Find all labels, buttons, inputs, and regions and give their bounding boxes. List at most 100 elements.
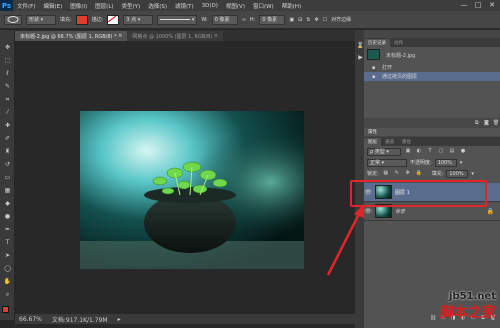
eraser-tool-icon[interactable]: ▭ bbox=[3, 174, 12, 181]
plant-photo bbox=[80, 111, 304, 269]
filter-pixel-icon[interactable]: ▣ bbox=[404, 148, 412, 155]
tab-untitled-2[interactable]: 未标题-2.jpg @ 66.7% (图层 1, RGB/8) * × bbox=[15, 31, 128, 41]
tab-grid-dots[interactable]: 网格点 @ 1000% (图层 1, RGB/8) × bbox=[127, 31, 223, 41]
menu-layer[interactable]: 图层(L) bbox=[91, 2, 117, 10]
camera-icon[interactable]: ◙ bbox=[482, 120, 490, 127]
pen-tool-icon[interactable]: ✒ bbox=[3, 226, 12, 233]
close-window-button[interactable]: ✕ bbox=[486, 1, 498, 10]
tab-paths[interactable]: 路径 bbox=[398, 138, 415, 146]
close-tab-icon[interactable]: × bbox=[118, 33, 122, 39]
layers-panel-tabs: 图层 通道 路径 bbox=[364, 137, 500, 146]
watermark-url: jb51.net bbox=[449, 291, 496, 302]
shape-mode-select[interactable]: 形状 ▾ bbox=[26, 14, 56, 25]
foreground-color-swatch[interactable] bbox=[2, 306, 9, 313]
hand-tool-icon[interactable]: ✋ bbox=[3, 278, 12, 285]
snapshot-name: 未标题-2.jpg bbox=[386, 52, 416, 59]
minimize-button[interactable]: — bbox=[458, 1, 470, 10]
link-dimensions-icon[interactable]: ∞ bbox=[242, 17, 246, 23]
opacity-label: 不透明度: bbox=[410, 160, 432, 166]
kind-filter-select[interactable]: ρ 类型 ▾ bbox=[367, 147, 401, 156]
blur-tool-icon[interactable]: ◆ bbox=[3, 200, 12, 207]
trash-icon[interactable]: 🗑 bbox=[492, 120, 500, 127]
lock-position-icon[interactable]: ✥ bbox=[404, 170, 412, 177]
maximize-button[interactable]: □ bbox=[472, 1, 484, 10]
menu-type[interactable]: 类型(Y) bbox=[118, 2, 145, 10]
brush-tool-icon[interactable]: ✐ bbox=[3, 135, 12, 142]
lock-row: 锁定: ▦ ✎ ✥ 🔒 填充: 100% ▾ bbox=[364, 168, 500, 179]
clone-stamp-tool-icon[interactable]: ♜ bbox=[3, 148, 12, 155]
quick-select-tool-icon[interactable]: ✎ bbox=[3, 83, 12, 90]
zoom-tool-icon[interactable]: ⌕ bbox=[3, 291, 12, 298]
fill-dropdown-icon[interactable]: ▾ bbox=[471, 171, 474, 177]
new-document-from-state-icon[interactable]: ⧉ bbox=[473, 120, 481, 127]
menu-3d[interactable]: 3D(D) bbox=[198, 3, 222, 9]
tab-properties[interactable]: 属性 bbox=[364, 128, 500, 136]
lock-transparent-icon[interactable]: ▦ bbox=[382, 170, 390, 177]
menu-window[interactable]: 窗口(W) bbox=[249, 2, 278, 10]
document-image[interactable] bbox=[80, 111, 304, 269]
marquee-tool-icon[interactable]: ⬚ bbox=[3, 57, 12, 64]
stroke-width-field[interactable]: 3 点 ▾ bbox=[123, 14, 154, 25]
gradient-tool-icon[interactable]: ▦ bbox=[3, 187, 12, 194]
tab-label: 网格点 @ 1000% (图层 1, RGB/8) bbox=[132, 33, 213, 40]
history-item-open[interactable]: ▪ 打开 bbox=[364, 63, 500, 72]
path-operations-icon[interactable]: ▣ bbox=[289, 17, 294, 23]
status-menu-arrow-icon[interactable]: ▸ bbox=[118, 316, 121, 323]
menu-image[interactable]: 图像(I) bbox=[66, 2, 91, 10]
filter-type-icon[interactable]: T bbox=[426, 148, 434, 155]
status-bar: 66.67% 文档:917.1K/1.79M ▸ bbox=[15, 314, 355, 324]
move-tool-icon[interactable]: ✥ bbox=[3, 44, 12, 51]
path-alignment-icon[interactable]: ⊟ bbox=[298, 17, 302, 23]
history-brush-tool-icon[interactable]: ↺ bbox=[3, 161, 12, 168]
tab-channels[interactable]: 通道 bbox=[381, 138, 398, 146]
stroke-color-swatch[interactable] bbox=[107, 14, 120, 25]
filter-shape-icon[interactable]: ▢ bbox=[437, 148, 445, 155]
crop-tool-icon[interactable]: ⌗ bbox=[3, 96, 12, 103]
stroke-line-preview bbox=[160, 19, 191, 20]
watermark-brand: 脚本之家 bbox=[440, 305, 496, 321]
lock-image-icon[interactable]: ✎ bbox=[393, 170, 401, 177]
menu-view[interactable]: 视图(V) bbox=[222, 2, 249, 10]
align-edges-checkbox[interactable]: ☐ bbox=[323, 17, 327, 23]
lasso-tool-icon[interactable]: ℓ bbox=[3, 70, 12, 77]
history-item-layer-via-copy[interactable]: ▪ 通过拷贝的图层 bbox=[364, 72, 500, 81]
fill-field[interactable]: 100% bbox=[446, 169, 469, 178]
document-size: 文档:917.1K/1.79M bbox=[51, 316, 108, 324]
filter-toggle-icon[interactable]: ● bbox=[459, 148, 467, 155]
type-tool-icon[interactable]: T bbox=[3, 239, 12, 246]
zoom-level[interactable]: 66.67% bbox=[19, 316, 42, 323]
path-arrangement-icon[interactable]: ⇅ bbox=[306, 17, 310, 23]
eyedropper-tool-icon[interactable]: ⁄ bbox=[3, 109, 12, 116]
history-snapshot[interactable]: 未标题-2.jpg bbox=[364, 47, 500, 63]
link-icon[interactable]: ⛓ bbox=[429, 315, 437, 322]
ellipse-shape-tool-icon[interactable]: ◯ bbox=[3, 265, 12, 272]
stroke-type-select[interactable]: ▾ bbox=[157, 14, 198, 25]
menu-filter[interactable]: 滤镜(T) bbox=[171, 2, 198, 10]
menu-help[interactable]: 帮助(H) bbox=[278, 2, 305, 10]
fill-color-swatch[interactable] bbox=[75, 14, 88, 25]
filter-smart-object-icon[interactable]: ▤ bbox=[448, 148, 456, 155]
close-tab-icon[interactable]: × bbox=[214, 33, 218, 39]
filter-adjustment-icon[interactable]: ◐ bbox=[415, 148, 423, 155]
blend-mode-select[interactable]: 正常 ▾ bbox=[367, 158, 407, 167]
opacity-field[interactable]: 100% bbox=[434, 158, 457, 167]
height-field[interactable]: 0 像素 bbox=[259, 14, 286, 25]
menu-edit[interactable]: 编辑(E) bbox=[39, 2, 66, 10]
width-field[interactable]: 0 像素 bbox=[211, 14, 238, 25]
opacity-dropdown-icon[interactable]: ▾ bbox=[460, 160, 463, 166]
dodge-tool-icon[interactable]: ● bbox=[3, 213, 12, 220]
lock-label: 锁定: bbox=[367, 171, 379, 177]
tab-layers[interactable]: 图层 bbox=[364, 138, 381, 146]
tool-preset-picker[interactable] bbox=[4, 14, 22, 25]
h-label: H: bbox=[249, 16, 256, 23]
healing-brush-tool-icon[interactable]: ✚ bbox=[3, 122, 12, 129]
menu-select[interactable]: 选择(S) bbox=[144, 2, 171, 10]
gear-icon[interactable]: ✻ bbox=[314, 17, 318, 23]
path-selection-tool-icon[interactable]: ➤ bbox=[3, 252, 12, 259]
tab-history[interactable]: 历史记录 bbox=[364, 39, 390, 47]
stroke-label: 描边: bbox=[91, 17, 104, 23]
fill-value: 100% bbox=[449, 170, 464, 177]
lock-all-icon[interactable]: 🔒 bbox=[415, 170, 423, 177]
tab-actions[interactable]: 动作 bbox=[390, 39, 407, 47]
menu-file[interactable]: 文件(F) bbox=[13, 2, 39, 10]
